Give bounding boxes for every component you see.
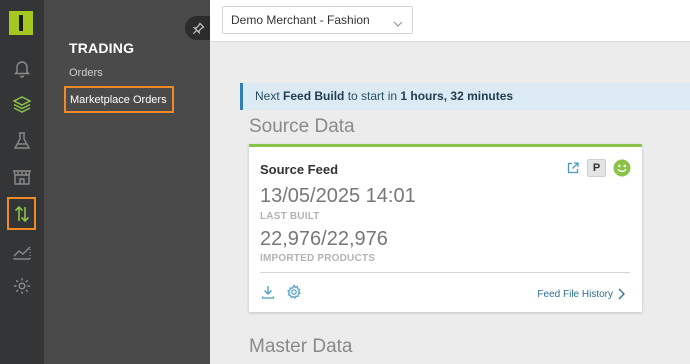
top-bar: Demo Merchant - Fashion [210, 0, 690, 42]
merchant-select[interactable]: Demo Merchant - Fashion [222, 6, 413, 34]
subnav-item-orders[interactable]: Orders [69, 67, 103, 79]
subnav-item-marketplace-orders[interactable]: Marketplace Orders [64, 86, 174, 113]
source-feed-card: Source Feed P 13/05/2025 14:01 LAST BUIL… [249, 144, 642, 312]
last-built-value: 13/05/2025 14:01 [260, 185, 416, 207]
chevron-right-icon [618, 288, 625, 300]
p-badge[interactable]: P [587, 159, 606, 177]
imported-products-value: 22,976/22,976 [260, 228, 388, 250]
card-divider [260, 272, 630, 273]
smiley-icon [613, 159, 631, 177]
feed-file-history-label: Feed File History [537, 288, 613, 300]
external-link-icon[interactable] [566, 161, 580, 175]
subnav-title: TRADING [69, 40, 135, 56]
layers-icon[interactable] [8, 90, 36, 118]
source-data-title: Source Data [249, 116, 355, 137]
notice-time: 1 hours, 32 minutes [400, 89, 514, 103]
download-icon[interactable] [260, 284, 276, 300]
card-title: Source Feed [260, 162, 339, 177]
feed-build-notice: Next Feed Build to start in 1 hours, 32 … [240, 83, 690, 110]
store-icon[interactable] [8, 163, 36, 191]
secondary-nav: TRADING Orders Marketplace Orders [44, 0, 210, 364]
bell-icon[interactable] [8, 54, 36, 82]
notice-prefix: Next [255, 89, 284, 103]
area-chart-icon[interactable] [8, 237, 36, 265]
master-data-title: Master Data [249, 336, 353, 357]
merchant-select-value: Demo Merchant - Fashion [231, 13, 370, 27]
notice-middle: to start in [344, 89, 401, 103]
swap-arrows-icon[interactable] [7, 197, 36, 230]
gear-icon[interactable] [8, 272, 36, 300]
last-built-label: LAST BUILT [260, 211, 320, 222]
icon-rail [0, 0, 44, 364]
chevron-down-icon [393, 17, 403, 31]
notice-feed: Feed Build [283, 89, 345, 103]
pin-icon[interactable] [185, 16, 211, 40]
flask-icon[interactable] [8, 127, 36, 155]
settings-gear-icon[interactable] [286, 284, 302, 300]
card-actions: P [566, 159, 631, 177]
feed-file-history-link[interactable]: Feed File History [537, 288, 625, 300]
logo-icon[interactable] [9, 11, 33, 35]
imported-products-label: IMPORTED PRODUCTS [260, 253, 376, 264]
